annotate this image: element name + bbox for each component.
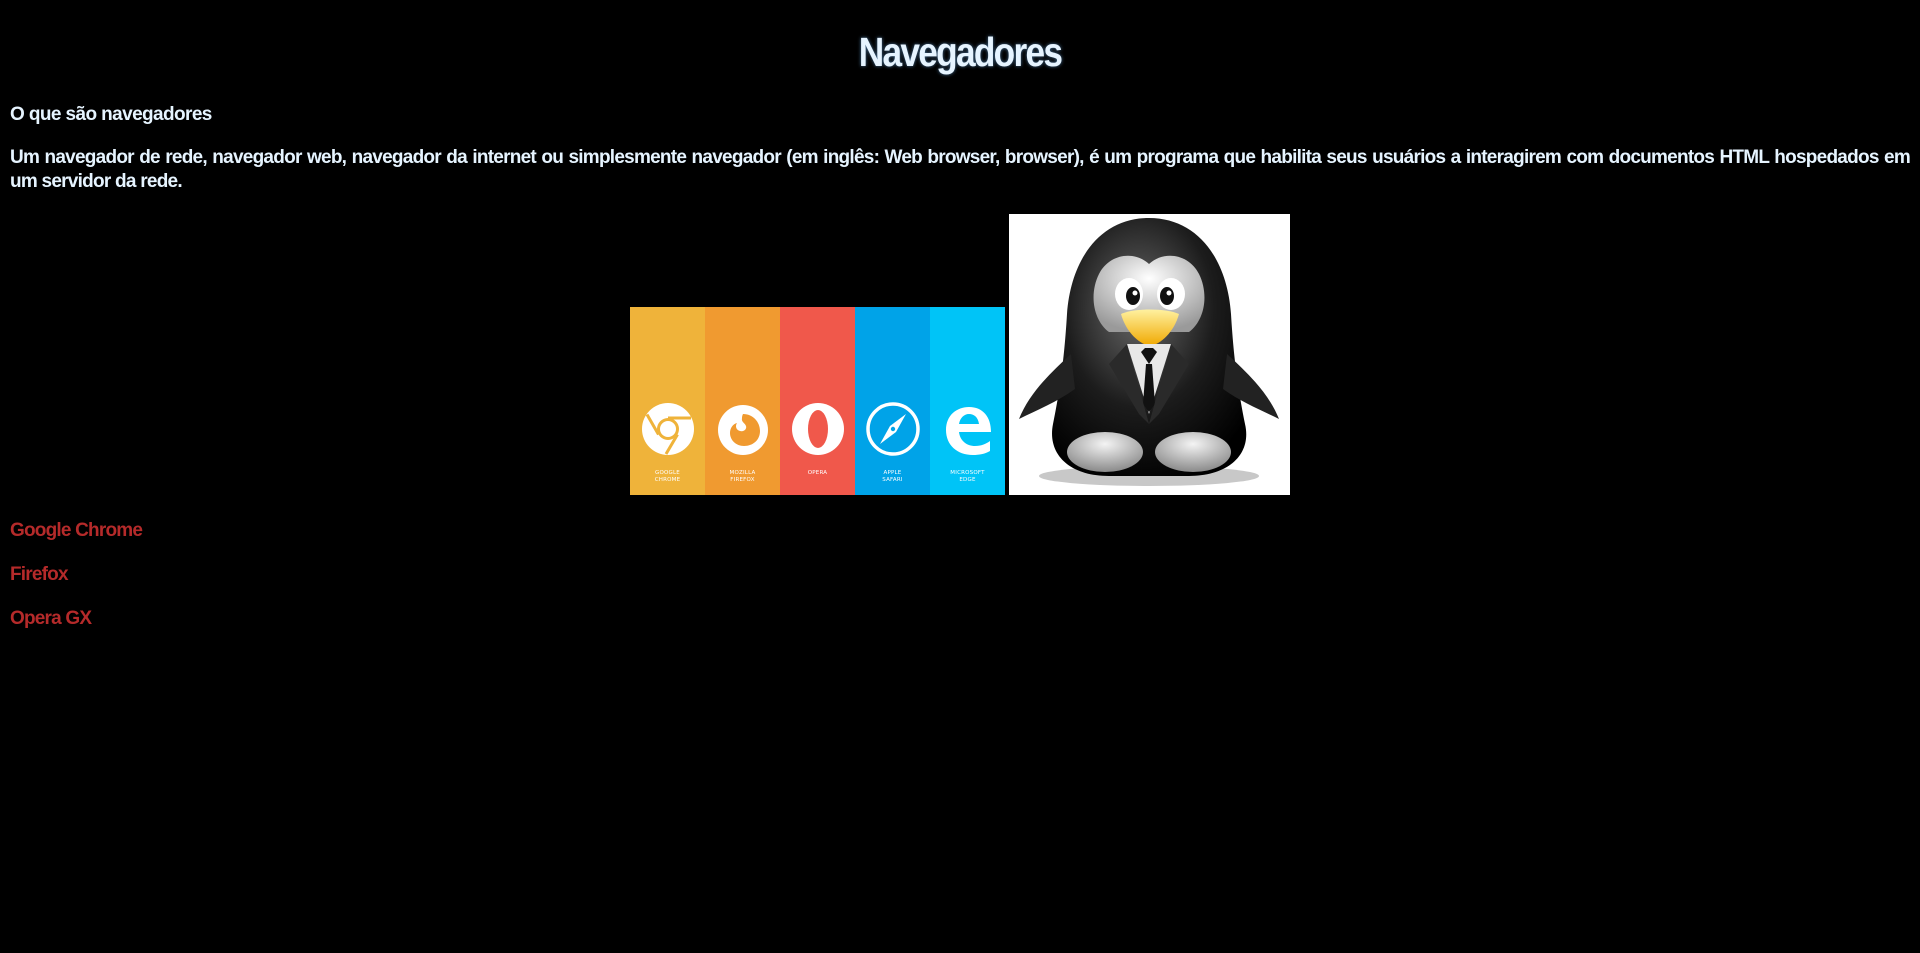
browser-caption: MICROSOFT EDGE — [930, 470, 1005, 484]
image-row: GOOGLE CHROME MOZILLA FIREFOX OPERA APPL… — [630, 214, 1290, 495]
caption-line: MOZILLA — [729, 470, 756, 476]
description-paragraph: Um navegador de rede, navegador web, nav… — [10, 147, 1911, 192]
caption-line: OPERA — [807, 470, 828, 476]
link-google-chrome[interactable]: Google Chrome — [10, 519, 143, 543]
browser-column-edge: MICROSOFT EDGE — [930, 307, 1005, 495]
chrome-icon — [641, 403, 694, 455]
caption-line: MICROSOFT — [950, 470, 985, 476]
caption-line: GOOGLE — [655, 470, 680, 476]
browser-column-safari: APPLE SAFARI — [855, 307, 930, 495]
link-opera-gx[interactable]: Opera GX — [10, 607, 92, 631]
browser-caption: GOOGLE CHROME — [630, 470, 705, 484]
edge-icon — [945, 407, 991, 455]
link-firefox[interactable]: Firefox — [10, 563, 69, 587]
firefox-icon — [717, 405, 768, 455]
browser-column-firefox: MOZILLA FIREFOX — [705, 307, 780, 495]
caption-line: CHROME — [654, 477, 681, 483]
safari-icon — [865, 402, 920, 456]
caption-line: SAFARI — [882, 477, 903, 483]
opera-icon — [791, 403, 844, 455]
penguin-icon — [1019, 218, 1279, 486]
caption-line: EDGE — [959, 477, 976, 483]
browser-column-chrome: GOOGLE CHROME — [630, 307, 705, 495]
browser-caption: APPLE SAFARI — [855, 470, 930, 484]
page-title: Navegadores — [858, 29, 1063, 75]
section-heading: O que são navegadores — [10, 104, 212, 125]
browsers-image: GOOGLE CHROME MOZILLA FIREFOX OPERA APPL… — [630, 307, 1005, 495]
browser-caption: OPERA — [780, 470, 855, 477]
caption-line: APPLE — [883, 470, 902, 476]
browser-caption: MOZILLA FIREFOX — [705, 470, 780, 484]
browser-column-opera: OPERA — [780, 307, 855, 495]
tux-penguin-image — [1009, 214, 1290, 495]
caption-line: FIREFOX — [730, 477, 755, 483]
